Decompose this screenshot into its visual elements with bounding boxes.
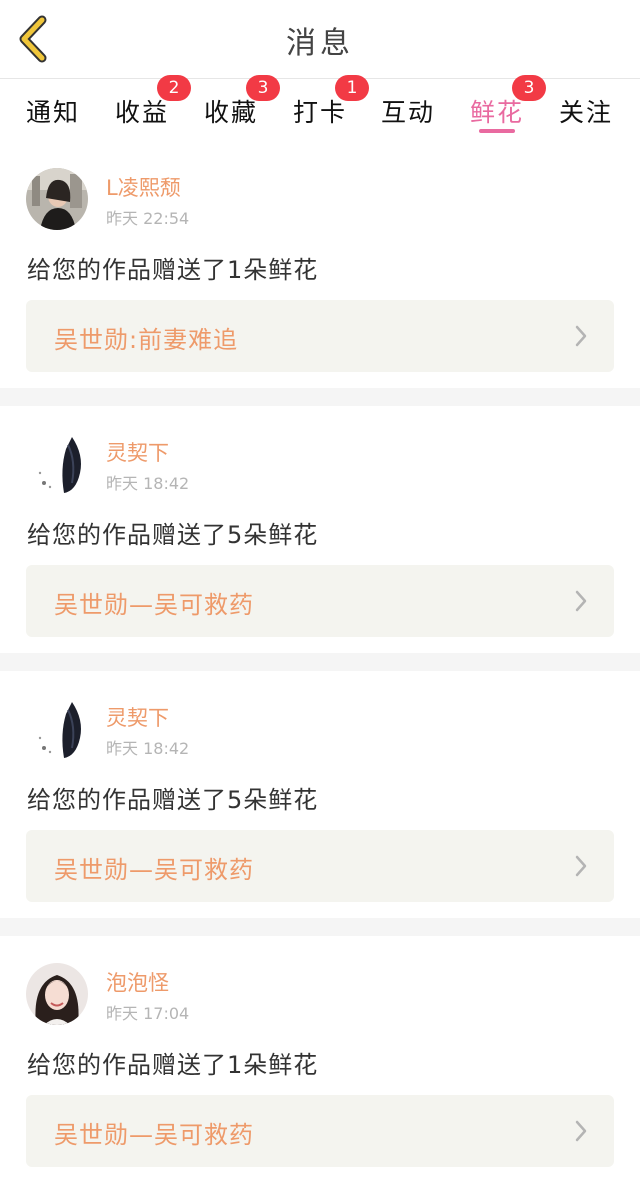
chevron-right-icon	[575, 1120, 587, 1142]
sender-name[interactable]: L凌熙颓	[106, 172, 181, 202]
card-divider	[0, 918, 640, 936]
tab-label: 通知	[25, 98, 80, 127]
unread-badge: 2	[157, 75, 191, 101]
message-card: L凌熙颓 昨天 22:54 给您的作品赠送了1朵鲜花 吴世勋:前妻难追	[0, 141, 640, 388]
message-card: 灵契下 昨天 18:42 给您的作品赠送了5朵鲜花 吴世勋—吴可救药	[0, 671, 640, 918]
tab-checkin[interactable]: 打卡 1	[285, 75, 369, 137]
unread-badge: 1	[335, 75, 369, 101]
sender-name[interactable]: 灵契下	[106, 702, 169, 732]
work-title: 吴世勋—吴可救药	[54, 591, 254, 619]
sender-name[interactable]: 灵契下	[106, 437, 169, 467]
message-text: 给您的作品赠送了5朵鲜花	[27, 521, 319, 549]
card-divider	[0, 388, 640, 406]
tab-follow[interactable]: 关注	[551, 87, 621, 137]
active-tab-indicator	[479, 129, 515, 133]
tab-bar: 通知 收益 2 收藏 3 打卡 1 互动 鲜花 3 关注	[0, 75, 640, 141]
tab-label: 关注	[558, 98, 613, 127]
avatar[interactable]	[26, 963, 88, 1025]
work-link[interactable]: 吴世勋—吴可救药	[26, 830, 614, 902]
avatar[interactable]	[26, 698, 88, 760]
work-link[interactable]: 吴世勋:前妻难追	[26, 300, 614, 372]
tab-flowers[interactable]: 鲜花 3	[462, 75, 546, 137]
sender-name[interactable]: 泡泡怪	[106, 967, 169, 997]
timestamp: 昨天 22:54	[106, 209, 190, 228]
tab-earnings[interactable]: 收益 2	[107, 75, 191, 137]
chevron-right-icon	[575, 325, 587, 347]
tab-notifications[interactable]: 通知	[18, 87, 88, 137]
message-text: 给您的作品赠送了1朵鲜花	[27, 256, 319, 284]
work-title: 吴世勋—吴可救药	[54, 856, 254, 884]
top-bar: 消息	[0, 0, 640, 79]
card-divider	[0, 653, 640, 671]
chevron-right-icon	[575, 590, 587, 612]
message-text: 给您的作品赠送了5朵鲜花	[27, 786, 319, 814]
message-card: 灵契下 昨天 18:42 给您的作品赠送了5朵鲜花 吴世勋—吴可救药	[0, 406, 640, 653]
avatar[interactable]	[26, 168, 88, 230]
work-title: 吴世勋—吴可救药	[54, 1121, 254, 1149]
timestamp: 昨天 17:04	[106, 1004, 190, 1023]
work-link[interactable]: 吴世勋—吴可救药	[26, 1095, 614, 1167]
message-card: 泡泡怪 昨天 17:04 给您的作品赠送了1朵鲜花 吴世勋—吴可救药	[0, 936, 640, 1186]
unread-badge: 3	[246, 75, 280, 101]
page-title: 消息	[286, 26, 354, 61]
work-link[interactable]: 吴世勋—吴可救药	[26, 565, 614, 637]
work-title: 吴世勋:前妻难追	[54, 326, 239, 354]
unread-badge: 3	[512, 75, 546, 101]
avatar[interactable]	[26, 433, 88, 495]
tab-label: 互动	[380, 98, 435, 127]
tab-favorites[interactable]: 收藏 3	[196, 75, 280, 137]
tab-interactions[interactable]: 互动	[373, 87, 443, 137]
chevron-right-icon	[575, 855, 587, 877]
timestamp: 昨天 18:42	[106, 739, 190, 758]
timestamp: 昨天 18:42	[106, 474, 190, 493]
message-text: 给您的作品赠送了1朵鲜花	[27, 1051, 319, 1079]
